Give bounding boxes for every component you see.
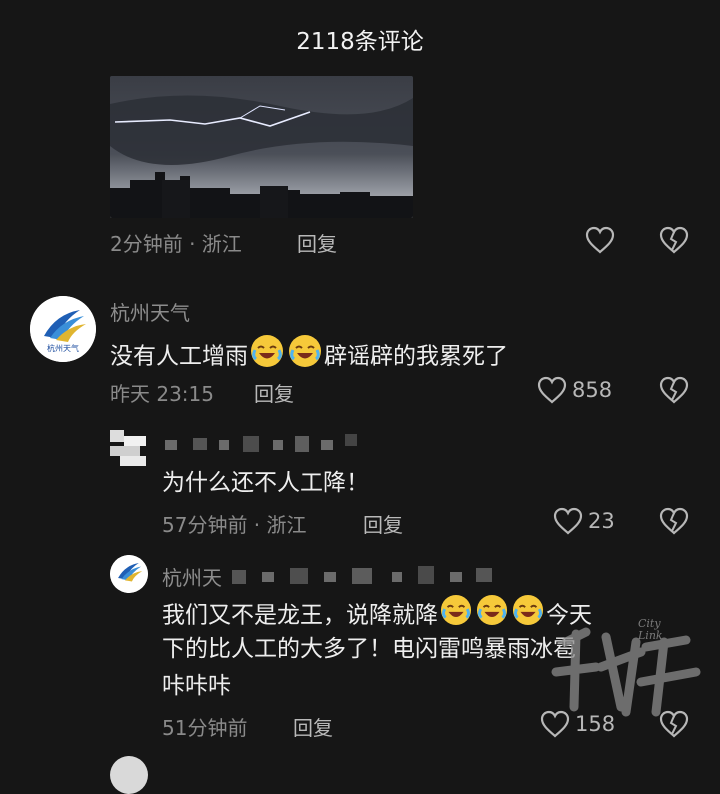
comment-text: 没有人工增雨 辟谣辟的我累死了 [110, 334, 508, 380]
reply-text: 为什么还不人工降！ [162, 470, 369, 496]
broken-heart-icon [659, 226, 689, 254]
reply-text-line-2: 下的比人工的大多了！电闪雷鸣暴雨冰雹 [162, 636, 576, 662]
crying-laughing-emoji-icon [250, 334, 284, 380]
crying-laughing-emoji-icon [288, 334, 322, 380]
comment-author[interactable]: 杭州天气 [110, 297, 190, 326]
like-button[interactable] [585, 226, 615, 254]
watermark-logo [551, 627, 701, 717]
avatar-caption: 杭州天气 [47, 344, 79, 353]
comment-text-part: 没有人工增雨 [110, 343, 248, 370]
reply-button[interactable]: 回复 [363, 509, 403, 538]
dislike-button[interactable] [659, 226, 689, 254]
avatar[interactable] [110, 756, 148, 794]
dislike-button[interactable] [659, 507, 689, 535]
watermark-text: City Link [638, 617, 663, 642]
reply-author[interactable]: 杭州天 [162, 562, 222, 591]
like-button[interactable] [553, 507, 583, 535]
avatar[interactable]: 杭州天气 [30, 296, 96, 362]
heart-icon [537, 376, 567, 404]
reply-time-location: 57分钟前 · 浙江 [162, 513, 307, 537]
reply-button[interactable]: 回复 [293, 712, 333, 741]
hangzhou-weather-logo [110, 555, 148, 593]
reply-button[interactable]: 回复 [254, 378, 294, 407]
blurred-username [165, 432, 360, 454]
comment-time-location: 2分钟前 · 浙江 [110, 232, 242, 256]
reply-time: 51分钟前 [162, 716, 248, 740]
avatar[interactable] [110, 430, 150, 470]
reply-text-line-3: 咔咔咔 [162, 673, 231, 699]
like-button[interactable] [537, 376, 567, 404]
city-link-watermark: City Link [546, 612, 706, 722]
avatar[interactable] [110, 555, 148, 593]
comments-count-title: 2118条评论 [296, 29, 424, 55]
comment-image[interactable] [110, 76, 413, 218]
like-count: 23 [588, 509, 615, 533]
reply-button[interactable]: 回复 [297, 228, 337, 257]
heart-icon [553, 507, 583, 535]
comment-text-part: 辟谣辟的我累死了 [324, 343, 508, 370]
blurred-username [232, 564, 494, 586]
reply-text-part: 我们又不是龙王，说降就降 [162, 602, 438, 629]
broken-heart-icon [659, 376, 689, 404]
heart-icon [585, 226, 615, 254]
dislike-button[interactable] [659, 376, 689, 404]
broken-heart-icon [659, 507, 689, 535]
like-count: 858 [572, 378, 613, 402]
storm-photo [110, 76, 413, 218]
comment-time: 昨天 23:15 [110, 382, 214, 406]
